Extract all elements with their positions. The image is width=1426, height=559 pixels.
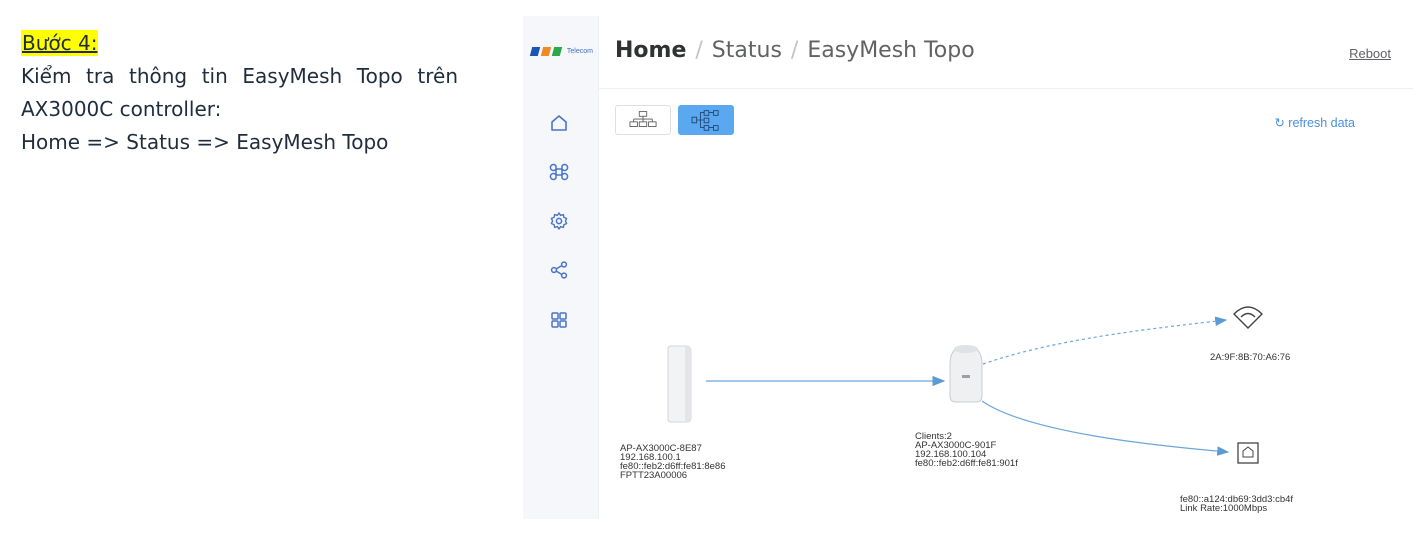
fpt-telecom-logo[interactable]: Telecom bbox=[529, 42, 593, 60]
instruction-line-3: Home => Status => EasyMesh Topo bbox=[21, 130, 389, 154]
instruction-block: Bước 4: Kiểm tra thông tin EasyMesh Topo… bbox=[21, 27, 458, 159]
link-agent-wifi bbox=[982, 316, 1228, 365]
agent-extender-icon[interactable] bbox=[949, 345, 983, 403]
breadcrumb-separator: / bbox=[790, 38, 799, 63]
command-icon[interactable] bbox=[548, 161, 570, 183]
breadcrumb-separator: / bbox=[695, 38, 703, 63]
header: Home / Status / EasyMesh Topo Reboot bbox=[598, 16, 1413, 89]
breadcrumb-current: EasyMesh Topo bbox=[807, 38, 975, 63]
controller-router-icon[interactable] bbox=[667, 345, 692, 423]
home-icon[interactable] bbox=[548, 112, 570, 134]
router-ui-screenshot: Telecom Home / Status / EasyMesh Topo Reboot bbox=[523, 16, 1413, 519]
topology-content: ↻ refresh data AP-AX3000C-8E87 192.168.1… bbox=[598, 88, 1413, 519]
agent-ipv6: fe80::feb2:d6ff:fe81:901f bbox=[915, 458, 1018, 469]
step-label: Bước 4: bbox=[21, 30, 99, 56]
controller-serial: FPTT23A00006 bbox=[620, 470, 688, 481]
wired-client-link-rate: Link Rate:1000Mbps bbox=[1180, 503, 1268, 514]
instruction-line-2: AX3000C controller: bbox=[21, 97, 222, 121]
link-agent-wired bbox=[981, 400, 1230, 456]
gear-icon[interactable] bbox=[548, 210, 570, 232]
instruction-line-1: Kiểm tra thông tin EasyMesh Topo trên bbox=[21, 64, 458, 88]
breadcrumb: Home / Status / EasyMesh Topo bbox=[615, 38, 975, 63]
breadcrumb-status[interactable]: Status bbox=[712, 38, 782, 63]
logo-text: Telecom bbox=[566, 47, 593, 55]
share-icon[interactable] bbox=[548, 259, 570, 281]
wired-client-label: fe80::a124:db69:3dd3:cb4f Link Rate:1000M… bbox=[1180, 495, 1293, 514]
grid-icon[interactable] bbox=[548, 309, 570, 331]
wifi-client-label: 2A:9F:8B:70:A6:76 bbox=[1210, 352, 1291, 363]
reboot-link[interactable]: Reboot bbox=[1349, 46, 1391, 61]
breadcrumb-home[interactable]: Home bbox=[615, 38, 686, 63]
sidebar: Telecom bbox=[523, 16, 599, 519]
wired-client-icon[interactable] bbox=[1237, 442, 1259, 464]
wifi-client-mac: 2A:9F:8B:70:A6:76 bbox=[1210, 352, 1291, 363]
agent-label: Clients:2 AP-AX3000C-901F 192.168.100.104 f… bbox=[915, 432, 1018, 469]
wifi-client-icon[interactable] bbox=[1233, 306, 1263, 329]
controller-label: AP-AX3000C-8E87 192.168.100.1 fe80::feb2:d… bbox=[620, 444, 725, 481]
